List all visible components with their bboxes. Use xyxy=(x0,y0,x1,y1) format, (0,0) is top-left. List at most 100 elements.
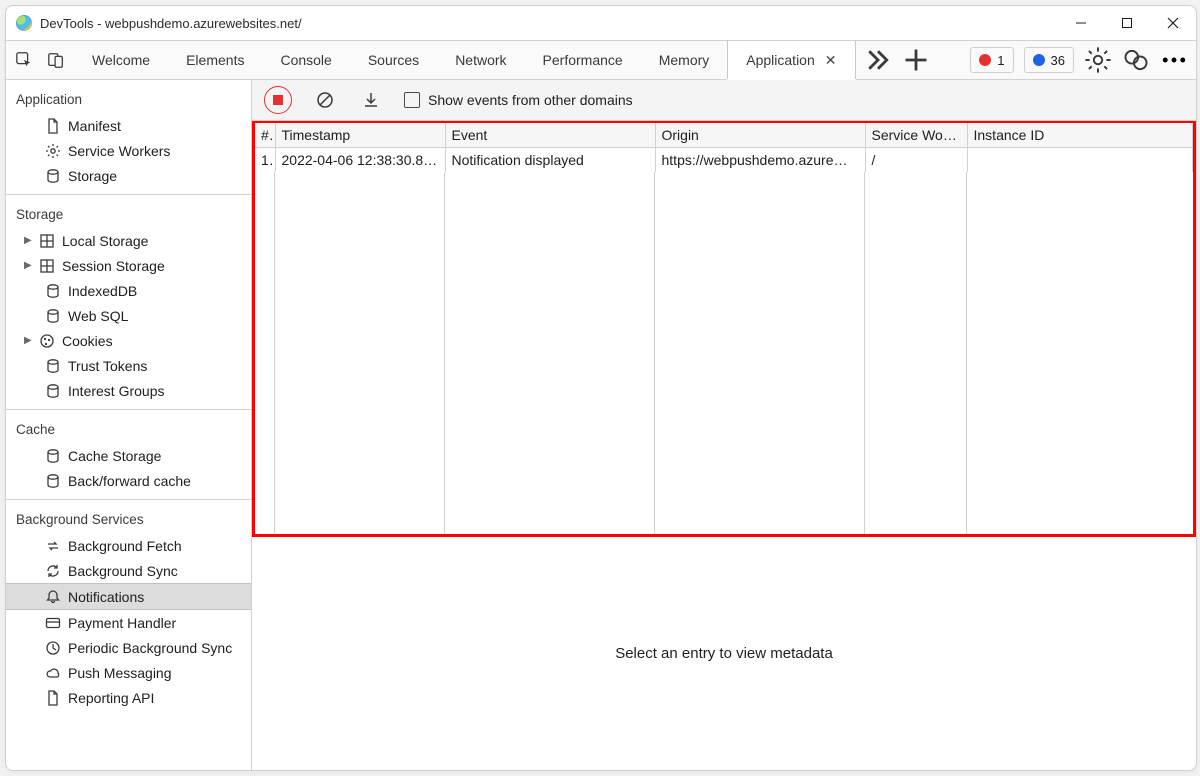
sidebar-item-storage-root[interactable]: Storage xyxy=(6,163,251,188)
th-instance-id[interactable]: Instance ID xyxy=(967,123,1193,148)
sidebar-item-cookies[interactable]: ▶ Cookies xyxy=(6,328,251,353)
minimize-button[interactable] xyxy=(1058,8,1104,38)
sidebar-item-reporting-api[interactable]: Reporting API xyxy=(6,685,251,710)
sidebar-item-label: Periodic Background Sync xyxy=(68,640,232,656)
tab-left-tools xyxy=(6,41,74,79)
tab-network[interactable]: Network xyxy=(437,41,524,79)
tab-label: Application xyxy=(746,52,815,68)
sidebar-item-background-sync[interactable]: Background Sync xyxy=(6,558,251,583)
tab-label: Sources xyxy=(368,52,419,68)
tab-welcome[interactable]: Welcome xyxy=(74,41,168,79)
sidebar-item-session-storage[interactable]: ▶ Session Storage xyxy=(6,253,251,278)
record-button[interactable] xyxy=(264,86,292,114)
sidebar-item-label: Storage xyxy=(68,168,117,184)
gear-icon xyxy=(44,142,62,160)
device-icon xyxy=(47,51,65,69)
sidebar-item-payment-handler[interactable]: Payment Handler xyxy=(6,610,251,635)
settings-button[interactable] xyxy=(1084,46,1112,74)
download-button[interactable] xyxy=(358,87,384,113)
tab-application[interactable]: Application ✕ xyxy=(727,41,855,79)
sidebar-item-indexeddb[interactable]: IndexedDB xyxy=(6,278,251,303)
add-tab-button[interactable] xyxy=(902,46,930,74)
tab-memory[interactable]: Memory xyxy=(641,41,728,79)
close-button[interactable] xyxy=(1150,8,1196,38)
sidebar-item-trust-tokens[interactable]: Trust Tokens xyxy=(6,353,251,378)
tab-label: Network xyxy=(455,52,506,68)
show-other-domains-toggle[interactable]: Show events from other domains xyxy=(404,92,633,108)
device-toggle-button[interactable] xyxy=(46,50,66,70)
sidebar-item-local-storage[interactable]: ▶ Local Storage xyxy=(6,228,251,253)
favicon-icon xyxy=(16,15,32,31)
main-tab-strip: Welcome Elements Console Sources Network… xyxy=(6,40,1196,80)
sidebar-item-bf-cache[interactable]: Back/forward cache xyxy=(6,468,251,493)
sidebar-item-websql[interactable]: Web SQL xyxy=(6,303,251,328)
maximize-button[interactable] xyxy=(1104,8,1150,38)
feedback-button[interactable] xyxy=(1122,46,1150,74)
body: Application Manifest Service Workers Sto… xyxy=(6,80,1196,770)
notifications-toolbar: Show events from other domains xyxy=(252,80,1196,121)
grid-icon xyxy=(38,257,56,275)
sidebar-item-background-fetch[interactable]: Background Fetch xyxy=(6,533,251,558)
db-icon xyxy=(44,382,62,400)
sidebar-item-push-messaging[interactable]: Push Messaging xyxy=(6,660,251,685)
inspect-button[interactable] xyxy=(14,50,34,70)
tabs-overflow-button[interactable] xyxy=(864,46,892,74)
tab-label: Console xyxy=(280,52,331,68)
errors-chip[interactable]: 1 xyxy=(970,47,1013,73)
sidebar-item-manifest[interactable]: Manifest xyxy=(6,113,251,138)
sidebar-item-label: Background Fetch xyxy=(68,538,182,554)
db-icon xyxy=(44,357,62,375)
sidebar-item-label: IndexedDB xyxy=(68,283,137,299)
tab-console[interactable]: Console xyxy=(262,41,349,79)
sidebar-item-cache-storage[interactable]: Cache Storage xyxy=(6,443,251,468)
gear-icon xyxy=(1084,46,1112,74)
sidebar-item-label: Trust Tokens xyxy=(68,358,147,374)
tab-performance[interactable]: Performance xyxy=(525,41,641,79)
cell-index: 1 xyxy=(255,148,275,173)
chevrons-right-icon xyxy=(864,46,892,74)
section-title-application: Application xyxy=(6,86,251,113)
tab-status-tools: 1 36 xyxy=(962,41,1196,79)
table-row[interactable]: 1 2022-04-06 12:38:30.8… Notification di… xyxy=(255,148,1193,173)
column-guides xyxy=(255,172,1193,534)
cloud-icon xyxy=(44,664,62,682)
sync-icon xyxy=(44,562,62,580)
th-index[interactable]: # xyxy=(255,123,275,148)
issues-chip[interactable]: 36 xyxy=(1024,47,1074,73)
sidebar-item-notifications[interactable]: Notifications xyxy=(6,583,251,610)
tab-label: Performance xyxy=(543,52,623,68)
file-icon xyxy=(44,117,62,135)
tab-close-button[interactable]: ✕ xyxy=(825,52,837,69)
sidebar-item-label: Cache Storage xyxy=(68,448,161,464)
th-service-worker[interactable]: Service Wor… xyxy=(865,123,967,148)
detail-placeholder-text: Select an entry to view metadata xyxy=(615,645,833,662)
th-origin[interactable]: Origin xyxy=(655,123,865,148)
db-icon xyxy=(44,307,62,325)
cell-instance-id xyxy=(967,148,1193,173)
sidebar-item-service-workers[interactable]: Service Workers xyxy=(6,138,251,163)
tab-sources[interactable]: Sources xyxy=(350,41,437,79)
clear-button[interactable] xyxy=(312,87,338,113)
db-icon xyxy=(44,282,62,300)
sidebar-item-label: Notifications xyxy=(68,589,144,605)
sidebar-item-interest-groups[interactable]: Interest Groups xyxy=(6,378,251,403)
cell-timestamp: 2022-04-06 12:38:30.8… xyxy=(275,148,445,173)
db-icon xyxy=(44,167,62,185)
sidebar[interactable]: Application Manifest Service Workers Sto… xyxy=(6,80,252,770)
th-timestamp[interactable]: Timestamp xyxy=(275,123,445,148)
clear-icon xyxy=(316,91,334,109)
tab-elements[interactable]: Elements xyxy=(168,41,262,79)
issues-count: 36 xyxy=(1051,53,1065,68)
checkbox-icon xyxy=(404,92,420,108)
sidebar-item-periodic-sync[interactable]: Periodic Background Sync xyxy=(6,635,251,660)
section-title-bg-services: Background Services xyxy=(6,506,251,533)
db-icon xyxy=(44,472,62,490)
sidebar-item-label: Interest Groups xyxy=(68,383,165,399)
minimize-icon xyxy=(1075,17,1087,29)
more-button[interactable] xyxy=(1160,46,1188,74)
th-event[interactable]: Event xyxy=(445,123,655,148)
sidebar-item-label: Session Storage xyxy=(62,258,165,274)
cell-origin: https://webpushdemo.azure… xyxy=(655,148,865,173)
inspect-icon xyxy=(15,51,33,69)
tab-label: Elements xyxy=(186,52,244,68)
